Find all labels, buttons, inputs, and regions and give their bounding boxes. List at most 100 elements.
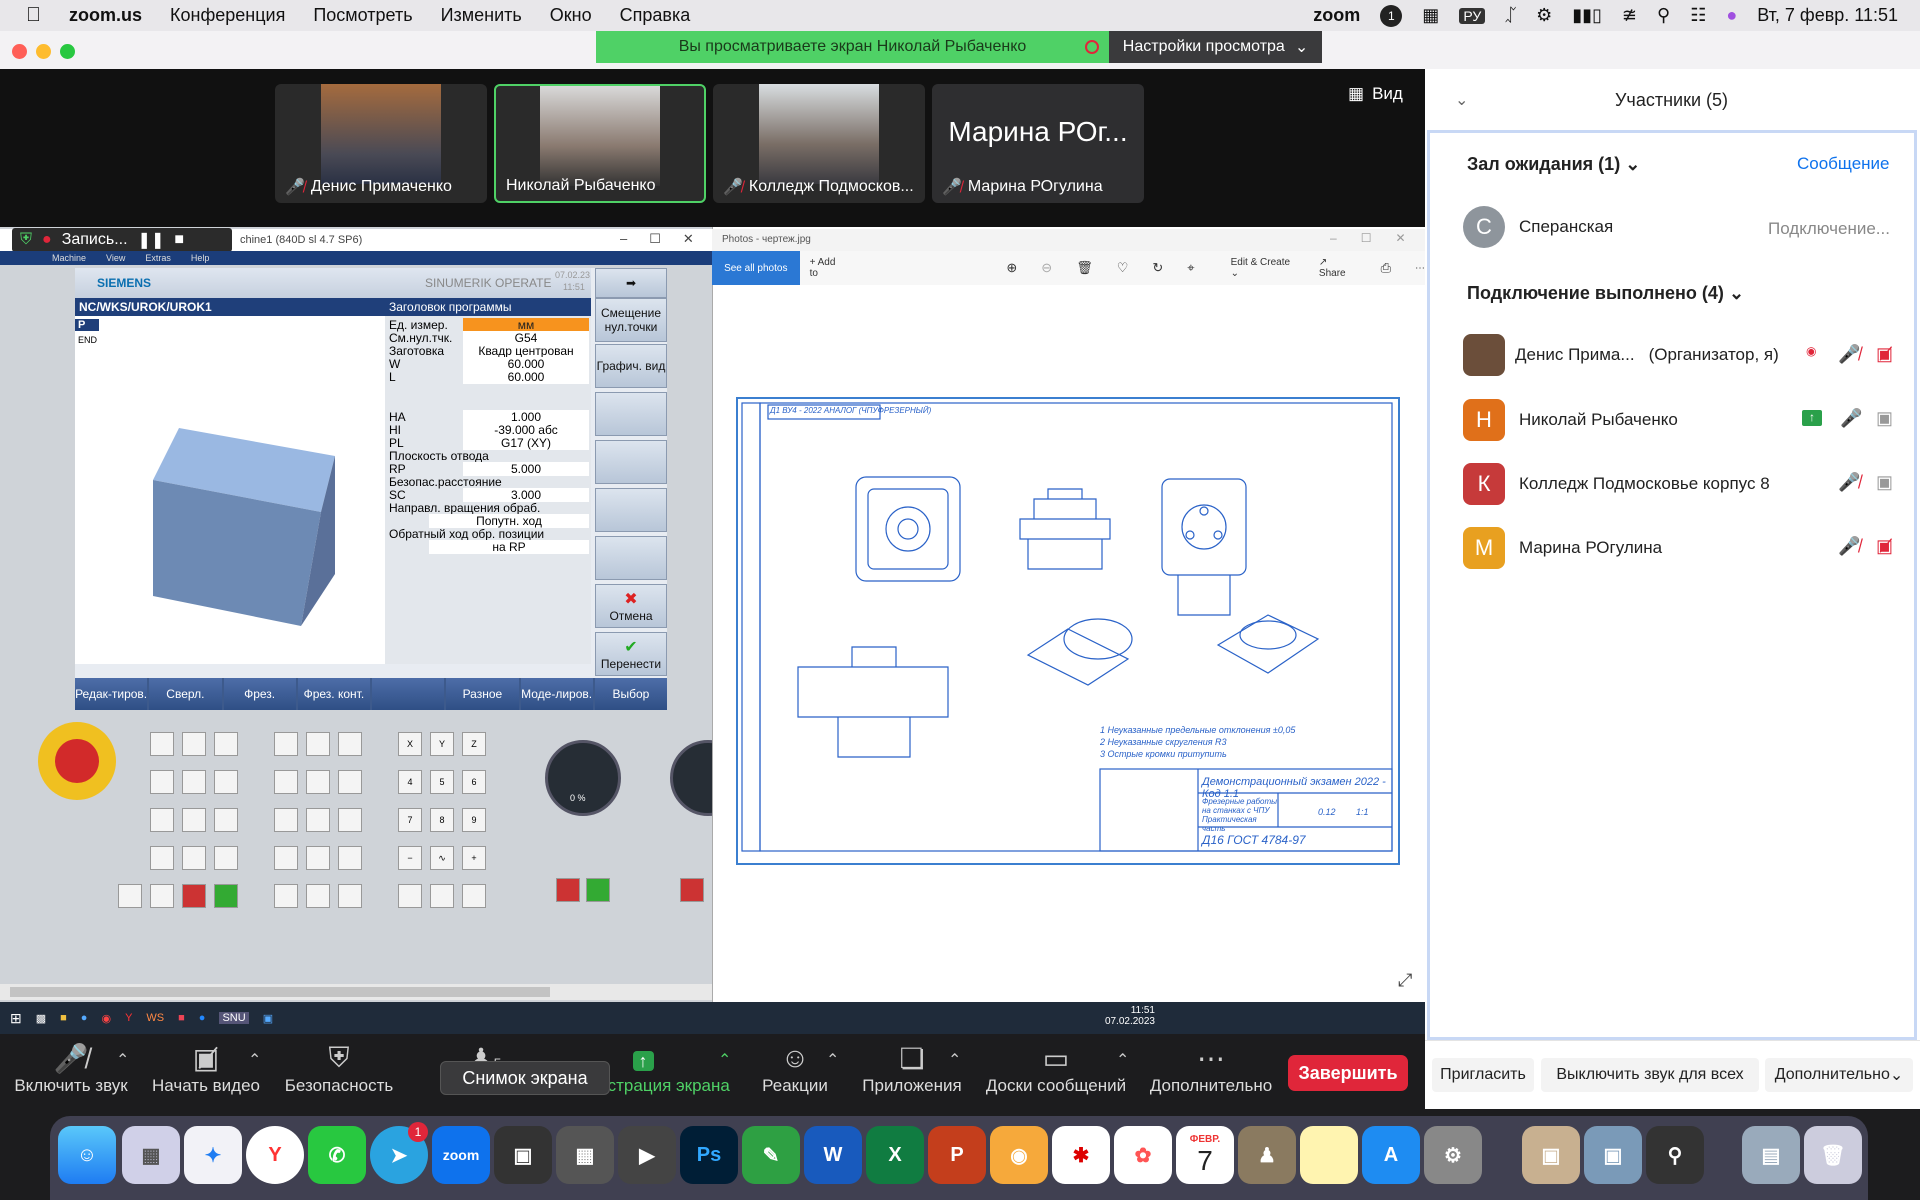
invite-button[interactable]: Пригласить [1432,1058,1534,1092]
powerpoint-icon[interactable]: P [928,1126,986,1184]
param-row[interactable]: HI -39.000 абс [389,423,589,437]
screenshot-icon[interactable]: ▣ [494,1126,552,1184]
zoom-out-icon[interactable]: ⊖ [1041,260,1052,276]
softkey-empty[interactable] [595,440,667,484]
reset-key[interactable] [118,884,142,908]
video-icon[interactable]: ▣ [1876,472,1893,493]
mic-muted-icon[interactable]: 🎤̸ [1838,344,1860,365]
menubar-clock[interactable]: Вт, 7 февр. 11:51 [1757,5,1898,26]
share-button[interactable]: ↗ Share [1319,257,1357,279]
axis-key[interactable]: 4 [398,770,422,794]
see-all-photos-button[interactable]: See all photos [712,251,800,285]
menu-view[interactable]: View [106,253,125,263]
spindle-stop-key[interactable] [680,878,704,902]
param-value[interactable]: -39.000 абс [463,423,589,437]
contacts-icon[interactable]: ♟ [1238,1126,1296,1184]
feed-override-knob[interactable]: 0 % [545,740,621,816]
maximize-window-icon[interactable] [60,44,75,59]
softkey-back[interactable]: ➡ [595,268,667,298]
axis-key[interactable]: X [398,732,422,756]
taskbar-clock[interactable]: 11:51 07.02.2023 [1105,1005,1155,1027]
param-value[interactable]: 60.000 [463,357,589,371]
axis-key[interactable]: Y [430,732,454,756]
horizontal-scrollbar[interactable] [0,984,712,1000]
yandex-icon[interactable]: Y [125,1012,132,1024]
hsoftkey-empty[interactable] [372,678,445,710]
chevron-up-icon[interactable]: ⌃ [116,1050,129,1070]
close-icon[interactable]: ✕ [683,231,694,247]
hsoftkey-edit[interactable]: Редак-тиров. [75,678,148,710]
chevron-up-icon[interactable]: ⌃ [826,1050,839,1070]
trash-icon[interactable]: 🗑 [1804,1126,1862,1184]
close-icon[interactable]: ✕ [1395,231,1405,245]
param-value[interactable]: на RP [429,540,589,554]
param-row[interactable]: Ед. измер. мм [389,318,589,332]
softkey-cancel[interactable]: ✖ Отмена [595,584,667,628]
whiteboards-button[interactable]: ▭ Доски сообщений [982,1034,1130,1110]
photos-icon[interactable]: ▣ [263,1012,273,1025]
battery-icon[interactable]: ▮▮▯ [1572,5,1602,26]
siri-icon[interactable]: ● [1726,5,1737,26]
emergency-stop-button[interactable] [38,722,116,800]
print-icon[interactable]: ⎙ [1381,260,1391,276]
feed-stop-key[interactable] [556,878,580,902]
param-value[interactable]: Попутн. ход [429,514,589,528]
whatsapp-icon[interactable]: ✆ [308,1126,366,1184]
hsoftkey-drill[interactable]: Сверл. [149,678,222,710]
video-off-icon[interactable]: ▣̸ [1876,344,1893,365]
stop-recording-icon[interactable]: ■ [174,231,184,249]
menu-view[interactable]: Посмотреть [313,5,412,26]
quicktime-icon[interactable]: ⚲ [1646,1126,1704,1184]
param-value[interactable]: 1.000 [463,410,589,424]
participant-row[interactable]: Денис Прима... (Организатор, я) [1463,334,1779,376]
view-settings-button[interactable]: Настройки просмотра ⌄ [1109,31,1322,63]
menu-app-name[interactable]: zoom.us [69,5,142,26]
cycle-stop-key[interactable] [182,884,206,908]
powerpoint-icon[interactable]: ■ [178,1012,185,1024]
more-icon[interactable]: ⋯ [1415,263,1425,274]
acrobat-icon[interactable]: ✱ [1052,1126,1110,1184]
softkey-graphic-view[interactable]: Графич. вид [595,344,667,388]
final-cut-icon[interactable]: ▶ [618,1126,676,1184]
softkey-zero-offset[interactable]: Смещение нул.точки [595,298,667,342]
mode-key[interactable] [150,770,174,794]
zoom-dock-icon[interactable]: zoom [432,1126,490,1184]
user-key[interactable] [338,846,362,870]
pdf-app-icon[interactable]: ◉ [990,1126,1048,1184]
user-key[interactable] [274,846,298,870]
photoshop-icon[interactable]: Ps [680,1126,738,1184]
pen-app-icon[interactable]: ✎ [742,1126,800,1184]
single-block-key[interactable] [150,884,174,908]
tree-item[interactable]: P [75,319,99,331]
param-value[interactable]: 5.000 [463,462,589,476]
add-to-button[interactable]: + Add to [810,257,847,279]
param-row[interactable]: Направл. вращения обраб. [389,501,589,515]
user-key[interactable] [274,884,298,908]
app-store-icon[interactable]: A [1362,1126,1420,1184]
param-row[interactable]: L 60.000 [389,370,589,384]
delete-icon[interactable]: 🗑 [1076,260,1093,276]
chevron-up-icon[interactable]: ⌃ [948,1050,961,1070]
user-key[interactable] [274,770,298,794]
crop-icon[interactable]: ⌖ [1187,260,1194,276]
user-key[interactable] [306,732,330,756]
archive-icon[interactable]: ▣ [1522,1126,1580,1184]
participant-row[interactable]: Н Николай Рыбаченко [1463,399,1678,441]
axis-key[interactable]: 5 [430,770,454,794]
param-value[interactable]: 3.000 [463,488,589,502]
axis-key[interactable]: + [462,846,486,870]
search-icon[interactable]: ⚲ [1657,5,1670,26]
tree-item[interactable]: END [75,335,99,345]
axis-key[interactable]: 6 [462,770,486,794]
softkey-empty[interactable] [595,536,667,580]
menu-help[interactable]: Help [191,253,210,263]
notes-icon[interactable] [1300,1126,1358,1184]
axis-key[interactable]: 7 [398,808,422,832]
menu-help[interactable]: Справка [620,5,691,26]
participant-row[interactable]: М Марина РОгулина [1463,527,1662,569]
connected-header[interactable]: Подключение выполнено (4) ⌄ [1467,283,1744,304]
zoom-in-icon[interactable]: ⊕ [1006,260,1017,276]
minimize-icon[interactable]: – [620,231,627,247]
menu-window[interactable]: Окно [550,5,592,26]
input-language[interactable]: РУ [1459,7,1486,24]
